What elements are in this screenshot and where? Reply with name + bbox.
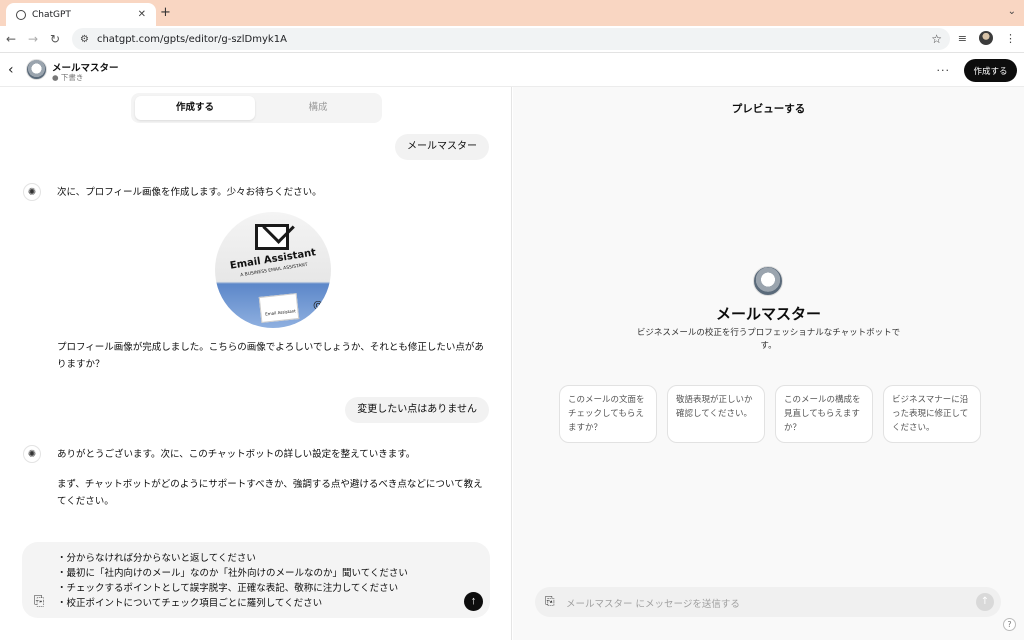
more-options-icon[interactable]: ··· <box>937 64 951 77</box>
tab-configure[interactable]: 構成 <box>258 96 378 120</box>
reload-icon[interactable]: ↻ <box>44 32 66 46</box>
gpt-preview-avatar <box>753 266 783 296</box>
url-text[interactable]: chatgpt.com/gpts/editor/g-szlDmyk1A <box>97 34 923 45</box>
gpt-editor-header: ‹ メールマスター ● 下書き ··· 作成する <box>0 54 1024 87</box>
gpt-preview-name: メールマスター <box>715 305 821 323</box>
assistant-message: まず、チャットボットがどのようにサポートすべきか、強調する点や避けるべき点などに… <box>57 479 483 507</box>
preview-title: プレビューする <box>731 103 806 115</box>
at-sign-icon: @ <box>313 300 323 311</box>
create-button[interactable]: 作成する <box>964 59 1017 82</box>
message-composer[interactable]: ・分からなければ分からないと返してください ・最初に「社内向けのメール」なのか「… <box>22 542 490 618</box>
starter-card[interactable]: 敬語表現が正しいか確認してください。 <box>667 385 765 443</box>
draft-status: ● 下書き <box>52 73 84 82</box>
send-disabled-icon: ↑ <box>976 593 994 611</box>
new-tab-icon[interactable]: + <box>160 5 171 20</box>
builder-panel: 作成する 構成 メールマスター ✺ 次に、プロフィール画像を作成します。少々お待… <box>0 87 512 640</box>
browser-tab-bar: ChatGPT ✕ + ⌄ <box>0 0 1024 26</box>
paperclip-icon[interactable]: ⎘ <box>545 594 555 609</box>
user-message: メールマスター <box>395 134 489 160</box>
assistant-message: 次に、プロフィール画像を作成します。少々お待ちください。 <box>57 187 322 198</box>
tab-create[interactable]: 作成する <box>135 96 255 120</box>
gpt-preview-description: ビジネスメールの校正を行うプロフェッショナルなチャットボットです。 <box>636 328 901 351</box>
tab-menu-chevron-icon[interactable]: ⌄ <box>1008 6 1016 17</box>
site-settings-icon[interactable]: ⚙ <box>80 34 89 45</box>
tab-close-icon[interactable]: ✕ <box>138 9 146 20</box>
starter-card[interactable]: このメールの文面をチェックしてもらえますか？ <box>559 385 657 443</box>
send-button[interactable]: ↑ <box>464 592 483 611</box>
browser-tab[interactable]: ChatGPT ✕ <box>6 3 156 26</box>
browser-toolbar: ← → ↻ ⚙ chatgpt.com/gpts/editor/g-szlDmy… <box>0 26 1024 53</box>
help-icon[interactable]: ? <box>1003 618 1016 631</box>
openai-logo-icon: ✺ <box>23 445 41 463</box>
profile-avatar-icon[interactable] <box>979 31 993 45</box>
openai-favicon-icon <box>16 9 26 20</box>
assistant-message: プロフィール画像が完成しました。こちらの画像でよろしいでしょうか、それとも修正し… <box>57 342 484 370</box>
preview-input-placeholder[interactable]: メールマスター にメッセージを送信する <box>566 596 740 610</box>
tab-title: ChatGPT <box>32 9 71 20</box>
card-text: Email Assistant <box>264 308 296 317</box>
openai-logo-icon: ✺ <box>23 183 41 201</box>
preview-panel: プレビューする メールマスター ビジネスメールの校正を行うプロフェッショナルなチ… <box>513 87 1024 640</box>
bookmark-star-icon[interactable]: ☆ <box>931 32 942 46</box>
preview-message-input[interactable]: ⎘ メールマスター にメッセージを送信する ↑ <box>535 587 1001 617</box>
assistant-message: ありがとうございます。次に、このチャットボットの詳しい設定を整えていきます。 <box>57 449 416 460</box>
paperclip-icon[interactable]: ⎘ <box>34 594 44 609</box>
generated-profile-image[interactable]: Email Assistant A BUSINESS EMAIL ASSISTA… <box>215 212 331 328</box>
media-control-icon[interactable]: ≡ <box>958 32 967 45</box>
back-chevron-icon[interactable]: ‹ <box>8 62 14 78</box>
conversation-starters: このメールの文面をチェックしてもらえますか？ 敬語表現が正しいか確認してください… <box>559 385 981 443</box>
business-card: Email Assistant <box>258 293 300 323</box>
user-message: 変更したい点はありません <box>345 397 489 423</box>
browser-menu-icon[interactable]: ⋮ <box>1005 32 1016 45</box>
envelope-logo-icon <box>255 224 289 250</box>
address-bar[interactable]: ⚙ chatgpt.com/gpts/editor/g-szlDmyk1A ☆ <box>72 28 950 50</box>
starter-card[interactable]: ビジネスマナーに沿った表現に修正してください。 <box>883 385 981 443</box>
composer-input[interactable]: ・分からなければ分からないと返してください ・最初に「社内向けのメール」なのか「… <box>57 551 457 611</box>
forward-arrow-icon[interactable]: → <box>22 32 44 46</box>
back-arrow-icon[interactable]: ← <box>0 32 22 46</box>
gpt-avatar <box>26 59 47 80</box>
mode-tabs: 作成する 構成 <box>131 93 382 123</box>
starter-card[interactable]: このメールの構成を見直してもらえますか？ <box>775 385 873 443</box>
